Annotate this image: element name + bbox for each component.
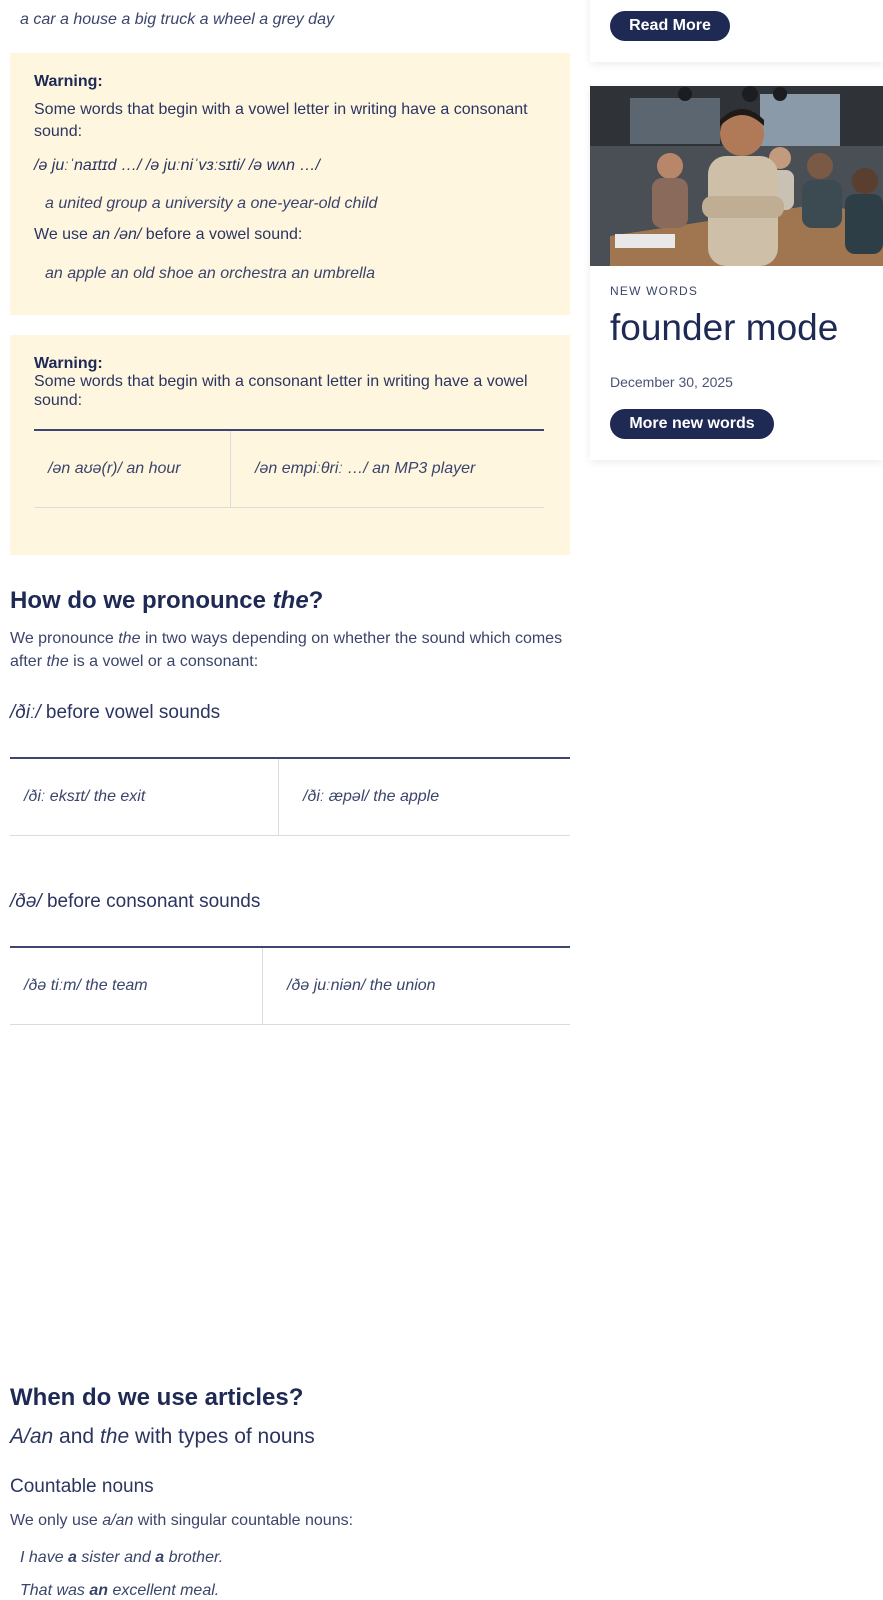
table-cell: /ən empiːθriː …/ an MP3 player [230, 431, 544, 507]
table-cell: /ðiː æpəl/ the apple [278, 759, 570, 835]
example-table: /ən aʊə(r)/ an hour /ən empiːθriː …/ an … [34, 429, 544, 508]
an-phonetic: an /ən/ [92, 226, 142, 243]
text: brother. [168, 1549, 224, 1566]
label: before vowel sounds [45, 702, 221, 723]
read-more-button[interactable]: Read More [610, 11, 730, 41]
more-new-words-button[interactable]: More new words [610, 409, 774, 439]
text-aan: A/an [10, 1425, 54, 1448]
warning-box-vowel-letters: Warning: Some words that begin with a vo… [10, 53, 570, 315]
warning-text: Some words that begin with a vowel lette… [34, 101, 528, 140]
heading-text: How do we pronounce [10, 587, 266, 614]
text: with types of nouns [134, 1425, 315, 1448]
warning-box-consonant-letters: Warning: Some words that begin with a co… [10, 335, 570, 555]
previous-card: Read More [590, 0, 883, 62]
article-highlight: a [155, 1549, 165, 1566]
text: excellent meal. [112, 1582, 220, 1599]
warning-title: Warning: [34, 73, 103, 90]
heading-the: the [272, 587, 309, 614]
text-aan: a/an [102, 1512, 134, 1529]
example-list: a united group a university a one-year-o… [45, 195, 378, 212]
section-heading-pronounce: How do we pronounce the? [10, 587, 323, 615]
vowel-sounds-table: /ðiː eksɪt/ the exit /ðiː æpəl/ the appl… [10, 757, 570, 836]
table-cell: /ðiː eksɪt/ the exit [24, 788, 146, 805]
office-photo[interactable] [590, 86, 883, 266]
warning-text: Some words that begin with a consonant l… [34, 373, 528, 409]
vowel-sounds-subheading: /ðiː/ before vowel sounds [10, 702, 220, 724]
table-cell: /ən aʊə(r)/ an hour [48, 460, 181, 477]
text: and [59, 1425, 95, 1448]
text: is a vowel or a consonant: [73, 653, 259, 670]
example-list: an apple an old shoe an orchestra an umb… [45, 265, 375, 282]
category-label: NEW WORDS [610, 284, 699, 298]
label: before consonant sounds [46, 891, 261, 912]
table-cell: /ðə tiːm/ the team [24, 977, 148, 994]
office-photo-illustration [590, 86, 883, 266]
heading-question-mark: ? [308, 587, 324, 614]
text-the: the [46, 653, 69, 670]
card-title[interactable]: founder mode [610, 307, 838, 349]
example-list: a car a house a big truck a wheel a grey… [20, 11, 334, 28]
example-sentence: That was an excellent meal. [20, 1582, 219, 1600]
article-highlight: an [89, 1582, 109, 1599]
table-cell: /ðə juːniən/ the union [262, 948, 570, 1024]
text-the: the [99, 1425, 130, 1448]
text: We only use [10, 1512, 98, 1529]
phonetic-line: /ə juːˈnaɪtɪd …/ /ə juːniˈvɜːsɪti/ /ə wʌ… [34, 157, 320, 174]
nouns-subheading: A/an and the with types of nouns [10, 1425, 315, 1449]
card-date: December 30, 2025 [610, 374, 733, 390]
text: We pronounce [10, 630, 114, 647]
consonant-sounds-table: /ðə tiːm/ the team /ðə juːniən/ the unio… [10, 946, 570, 1025]
consonant-sounds-subheading: /ðə/ before consonant sounds [10, 891, 260, 913]
countable-nouns-heading: Countable nouns [10, 1476, 154, 1497]
countable-paragraph: We only use a/an with singular countable… [10, 1509, 353, 1532]
pronounce-paragraph: We pronounce the in two ways depending o… [10, 627, 570, 673]
use-prefix: We use [34, 226, 88, 243]
article-highlight: a [68, 1549, 77, 1566]
text-the: the [118, 630, 141, 647]
use-suffix: before a vowel sound: [145, 226, 303, 243]
text: sister and [81, 1549, 151, 1566]
section-heading-articles: When do we use articles? [10, 1384, 304, 1411]
text: with singular countable nouns: [137, 1512, 354, 1529]
new-words-card: NEW WORDS founder mode December 30, 2025… [590, 86, 883, 460]
phonetic: /ðə/ [10, 891, 42, 912]
use-an-line: We use an /ən/ before a vowel sound: [34, 224, 302, 246]
text: I have [20, 1549, 64, 1566]
warning-title: Warning: [34, 355, 103, 372]
text: That was [20, 1582, 85, 1599]
example-sentence: I have a sister and a brother. [20, 1549, 223, 1567]
phonetic: /ðiː/ [10, 702, 41, 723]
